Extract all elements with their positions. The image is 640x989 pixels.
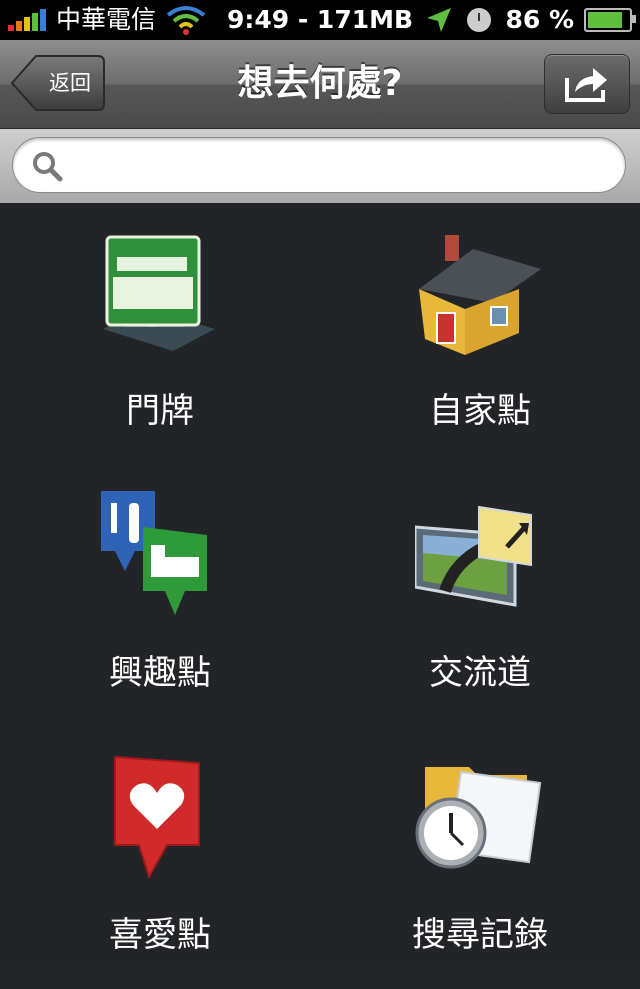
battery-level-fill <box>588 12 623 28</box>
menu-item-exit[interactable]: 交流道 <box>320 465 640 727</box>
share-icon <box>565 68 607 102</box>
share-button[interactable] <box>544 54 630 114</box>
signal-bars-icon <box>8 9 48 31</box>
clock-icon <box>467 8 492 32</box>
search-bar <box>0 129 640 203</box>
battery-percent: 86 % <box>505 5 574 34</box>
search-field[interactable] <box>12 137 626 193</box>
menu-item-label: 搜尋記錄 <box>412 915 548 955</box>
menu-item-home[interactable]: 自家點 <box>320 203 640 465</box>
status-left: 中華電信 <box>8 0 206 40</box>
wifi-icon <box>166 6 206 35</box>
menu-item-label: 喜愛點 <box>109 915 211 955</box>
destination-menu-grid: 門牌 自家點 興趣點 交流道 喜愛點 搜尋記錄 <box>0 203 640 960</box>
highway-exit-icon <box>415 505 532 607</box>
status-bar: 中華電信 9:49 - 171MB 86 % <box>0 0 640 40</box>
magnifier-icon <box>33 152 63 182</box>
menu-item-address[interactable]: 門牌 <box>0 203 320 465</box>
search-input[interactable] <box>75 146 609 186</box>
history-folder-clock-icon <box>415 767 542 869</box>
back-button[interactable]: 返回 <box>10 54 106 112</box>
heart-pin-icon <box>114 755 200 880</box>
battery-charging-icon <box>584 8 636 32</box>
menu-item-label: 自家點 <box>429 391 531 431</box>
menu-item-poi[interactable]: 興趣點 <box>0 465 320 727</box>
status-right: 86 % <box>425 0 636 40</box>
menu-item-label: 興趣點 <box>109 653 211 693</box>
carrier-name: 中華電信 <box>56 5 157 34</box>
menu-item-label: 交流道 <box>429 653 531 693</box>
menu-item-label: 門牌 <box>126 391 194 431</box>
menu-item-history[interactable]: 搜尋記錄 <box>320 727 640 989</box>
address-sign-icon <box>103 235 215 351</box>
back-button-label: 返回 <box>49 71 91 95</box>
poi-restaurant-hotel-icon <box>101 491 207 615</box>
location-arrow-icon <box>427 8 452 32</box>
menu-item-favorites[interactable]: 喜愛點 <box>0 727 320 989</box>
navigation-bar: 返回 想去何處? <box>0 40 640 129</box>
house-icon <box>419 235 541 355</box>
